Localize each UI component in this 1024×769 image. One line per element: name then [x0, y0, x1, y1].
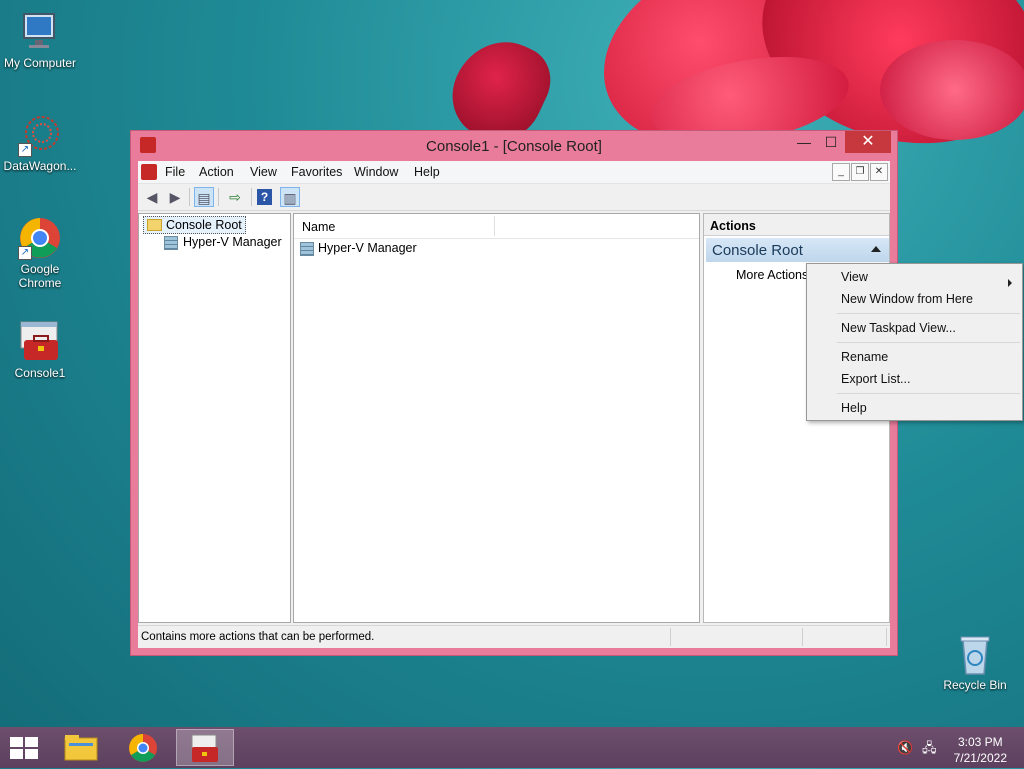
desktop-icon-label: My Computer	[3, 56, 77, 70]
list-item-hyper-v-manager[interactable]: Hyper-V Manager	[300, 241, 417, 256]
submenu-arrow-icon	[1008, 279, 1012, 287]
more-actions-item[interactable]: More Actions	[736, 268, 808, 282]
desktop-icon-console1[interactable]: Console1	[0, 320, 80, 380]
tree-pane: Console Root Hyper-V Manager	[138, 213, 291, 623]
menu-separator	[837, 313, 1020, 314]
mdi-restore-button[interactable]: ❐	[851, 163, 869, 181]
status-bar: Contains more actions that can be perfor…	[138, 625, 890, 648]
ctx-item-export-list[interactable]: Export List...	[841, 372, 910, 386]
back-arrow-icon[interactable]: ◀	[142, 187, 162, 207]
actions-section-console-root[interactable]: Console Root	[706, 238, 889, 262]
mdi-close-button[interactable]: ✕	[870, 163, 888, 181]
folder-icon	[64, 735, 98, 761]
desktop-icon-label: Recycle Bin	[943, 678, 1007, 692]
ctx-item-help[interactable]: Help	[841, 401, 867, 415]
title-bar[interactable]: Console1 - [Console Root] — ☐ ✕	[131, 131, 897, 161]
ctx-item-new-window-from-here[interactable]: New Window from Here	[841, 292, 973, 306]
hyper-v-manager-icon	[164, 236, 178, 250]
mdi-minimize-button[interactable]: _	[832, 163, 850, 181]
actions-header: Actions	[704, 214, 889, 236]
toolbar-divider	[218, 188, 219, 206]
status-divider	[802, 628, 803, 646]
show-hide-action-pane-icon[interactable]: ▥	[280, 187, 300, 207]
toolbox-icon	[191, 734, 218, 762]
menu-favorites[interactable]: Favorites	[291, 165, 342, 179]
toolbox-icon[interactable]	[141, 164, 157, 180]
window-title: Console1 - [Console Root]	[426, 138, 602, 155]
menu-file[interactable]: File	[165, 165, 185, 179]
hyper-v-manager-icon	[300, 242, 314, 256]
taskbar-console1[interactable]	[176, 729, 234, 766]
recycle-bin-icon	[953, 632, 997, 676]
column-header-name[interactable]: Name	[302, 220, 335, 234]
shortcut-arrow-icon: ↗	[18, 246, 32, 260]
toolbar-divider	[189, 188, 190, 206]
ctx-item-view[interactable]: View	[841, 270, 1022, 287]
toolbar: ◀ ▶ ▤ ⇨ ? ▥	[138, 184, 890, 211]
export-list-icon[interactable]: ⇨	[225, 187, 245, 207]
start-button[interactable]	[10, 737, 38, 759]
desktop-icon-datawagon[interactable]: ↗ DataWagon...	[0, 113, 80, 173]
results-pane: Name Hyper-V Manager	[293, 213, 700, 623]
menu-separator	[837, 393, 1020, 394]
ctx-item-rename[interactable]: Rename	[841, 350, 888, 364]
taskbar: 🔇 🖧 3:03 PM 7/21/2022	[0, 727, 1024, 768]
status-text: Contains more actions that can be perfor…	[141, 631, 375, 643]
minimize-button[interactable]: —	[791, 131, 817, 153]
toolbox-icon	[18, 320, 62, 364]
tree-item-hyper-v-manager[interactable]: Hyper-V Manager	[163, 235, 282, 250]
folder-icon	[147, 219, 162, 231]
status-divider	[670, 628, 671, 646]
menu-separator	[837, 342, 1020, 343]
window-client: File Action View Favorites Window Help _…	[138, 161, 890, 648]
collapse-arrow-icon[interactable]	[871, 246, 881, 252]
datawagon-icon: ↗	[18, 113, 62, 157]
show-hide-tree-icon[interactable]: ▤	[194, 187, 214, 207]
chrome-icon	[129, 734, 157, 762]
mmc-window[interactable]: Console1 - [Console Root] — ☐ ✕ File Act…	[130, 130, 898, 656]
clock-time: 3:03 PM	[957, 735, 1003, 749]
shortcut-arrow-icon: ↗	[18, 143, 32, 157]
desktop-icon-recycle-bin[interactable]: Recycle Bin	[935, 632, 1015, 692]
maximize-button[interactable]: ☐	[818, 131, 844, 153]
list-header: Name	[294, 214, 699, 239]
ctx-item-new-taskpad-view[interactable]: New Taskpad View...	[841, 321, 956, 335]
desktop-icon-label: Google Chrome	[18, 262, 62, 290]
menu-action[interactable]: Action	[199, 165, 234, 179]
menu-window[interactable]: Window	[354, 165, 398, 179]
network-icon[interactable]: 🖧	[922, 741, 937, 755]
speaker-muted-icon[interactable]: 🔇	[897, 741, 913, 755]
help-icon[interactable]: ?	[257, 189, 272, 205]
context-menu: View New Window from Here New Taskpad Vi…	[806, 263, 1023, 421]
column-divider[interactable]	[494, 216, 495, 236]
menu-view[interactable]: View	[250, 165, 277, 179]
desktop-icon-google-chrome[interactable]: ↗ Google Chrome	[0, 216, 80, 290]
desktop-icon-label: DataWagon...	[3, 159, 77, 173]
computer-icon	[18, 10, 62, 54]
taskbar-chrome[interactable]	[114, 729, 172, 766]
status-divider	[886, 628, 887, 646]
taskbar-file-explorer[interactable]	[52, 729, 110, 766]
close-button[interactable]: ✕	[845, 131, 891, 153]
chrome-icon: ↗	[18, 216, 62, 260]
clock[interactable]: 3:03 PM 7/21/2022	[954, 734, 1007, 766]
desktop-icon-label: Console1	[14, 366, 66, 380]
desktop-icon-my-computer[interactable]: My Computer	[0, 10, 80, 70]
toolbar-divider	[251, 188, 252, 206]
clock-date: 7/21/2022	[953, 751, 1007, 765]
menu-bar: File Action View Favorites Window Help _…	[138, 161, 890, 184]
menu-help[interactable]: Help	[414, 165, 440, 179]
forward-arrow-icon[interactable]: ▶	[165, 187, 185, 207]
tree-item-console-root[interactable]: Console Root	[143, 216, 246, 234]
